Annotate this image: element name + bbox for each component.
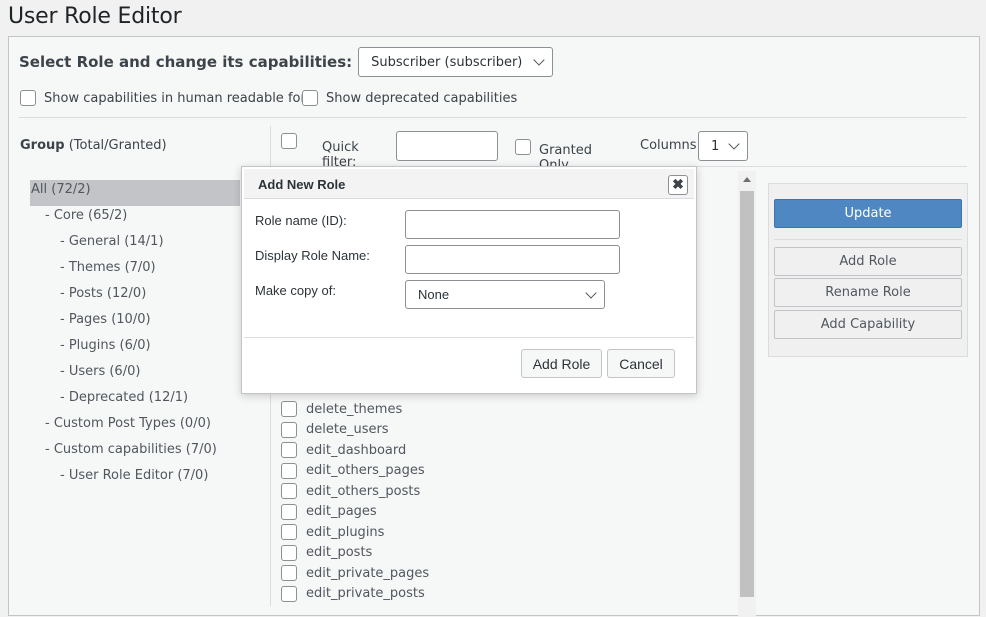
deprecated-option[interactable]: Show deprecated capabilities (302, 90, 517, 106)
group-tree: All (72/2) - Core (65/2) - General (14/1) -… (30, 180, 240, 492)
page-title: User Role Editor (8, 4, 182, 29)
capability-checkbox[interactable] (281, 421, 297, 438)
capability-label: edit_others_pages (306, 463, 425, 479)
tree-item[interactable]: - Custom capabilities (7/0) (30, 440, 240, 466)
tree-item[interactable]: - Deprecated (12/1) (30, 388, 240, 414)
tree-item[interactable]: All (72/2) (30, 180, 240, 206)
capability-checkbox[interactable] (281, 442, 297, 459)
copy-of-label: Make copy of: (255, 283, 336, 298)
capability-checkbox[interactable] (281, 401, 297, 418)
capabilities-list: delete_themes delete_users edit_dashboarde… (281, 399, 429, 604)
capability-item[interactable]: delete_users (281, 420, 429, 441)
tree-item[interactable]: - Users (6/0) (30, 362, 240, 388)
chevron-down-icon (533, 54, 545, 66)
capability-checkbox[interactable] (281, 524, 297, 541)
add-new-role-dialog: Add New Role ✖ Role name (ID): Display R… (241, 166, 697, 394)
capability-item[interactable]: edit_private_pages (281, 563, 429, 584)
dialog-divider (244, 337, 694, 338)
dialog-add-role-button[interactable]: Add Role (521, 349, 602, 378)
capability-label: edit_private_pages (306, 565, 430, 581)
capability-item[interactable]: delete_themes (281, 399, 429, 420)
role-name-label: Role name (ID): (255, 213, 347, 228)
capability-item[interactable]: edit_pages (281, 502, 429, 523)
role-select[interactable]: Subscriber (subscriber) (358, 47, 554, 77)
columns-select[interactable]: 1 (698, 131, 748, 161)
granted-only-checkbox[interactable] (515, 139, 531, 155)
group-header: Group (Total/Granted) (20, 138, 167, 153)
human-readable-label: Show capabilities in human readable form (44, 90, 319, 106)
tree-item[interactable]: - Themes (7/0) (30, 258, 240, 284)
scroll-up-icon[interactable] (743, 177, 751, 182)
capability-label: edit_dashboard (306, 442, 407, 458)
capability-label: edit_pages (306, 504, 377, 520)
tree-item[interactable]: - Posts (12/0) (30, 284, 240, 310)
add-capability-button[interactable]: Add Capability (774, 310, 962, 339)
actions-panel: Update Add Role Rename Role Add Capabili… (768, 183, 968, 357)
capability-checkbox[interactable] (281, 585, 297, 602)
tree-item[interactable]: - Plugins (6/0) (30, 336, 240, 362)
capability-label: edit_plugins (306, 524, 385, 540)
select-all-checkbox[interactable] (281, 133, 297, 149)
dialog-titlebar: Add New Role ✖ (244, 169, 694, 199)
capability-label: edit_others_posts (306, 483, 421, 499)
tree-item[interactable]: - Pages (10/0) (30, 310, 240, 336)
human-readable-checkbox[interactable] (20, 90, 36, 106)
capability-label: edit_private_posts (306, 586, 425, 602)
columns-label: Columns: (640, 138, 701, 153)
deprecated-checkbox[interactable] (302, 90, 318, 106)
capability-label: delete_users (306, 422, 389, 438)
copy-of-value: None (418, 287, 450, 302)
tree-item[interactable]: - Core (65/2) (30, 206, 240, 232)
divider (19, 117, 967, 118)
capabilities-scrollbar[interactable] (738, 171, 756, 617)
rename-role-button[interactable]: Rename Role (774, 278, 962, 307)
deprecated-label: Show deprecated capabilities (326, 90, 518, 106)
capability-item[interactable]: edit_posts (281, 543, 429, 564)
dialog-title: Add New Role (258, 177, 346, 192)
group-header-bold: Group (20, 138, 65, 153)
scroll-thumb[interactable] (740, 191, 754, 597)
display-name-input[interactable] (405, 245, 620, 274)
add-role-button[interactable]: Add Role (774, 247, 962, 276)
capability-checkbox[interactable] (281, 483, 297, 500)
divider (774, 239, 962, 240)
dialog-cancel-button[interactable]: Cancel (607, 349, 675, 378)
tree-item[interactable]: - User Role Editor (7/0) (30, 466, 240, 492)
capability-item[interactable]: edit_private_posts (281, 584, 429, 605)
capability-item[interactable]: edit_dashboard (281, 440, 429, 461)
capability-label: delete_themes (306, 401, 403, 417)
display-name-label: Display Role Name: (255, 248, 370, 263)
capability-item[interactable]: edit_plugins (281, 522, 429, 543)
chevron-down-icon (585, 286, 597, 299)
human-readable-option[interactable]: Show capabilities in human readable form (20, 90, 318, 106)
role-select-label: Select Role and change its capabilities: (19, 53, 353, 71)
role-select-row: Select Role and change its capabilities:… (19, 47, 554, 77)
columns-select-value: 1 (711, 138, 720, 154)
close-icon[interactable]: ✖ (668, 175, 688, 195)
capability-checkbox[interactable] (281, 503, 297, 520)
capability-checkbox[interactable] (281, 462, 297, 479)
capability-checkbox[interactable] (281, 544, 297, 561)
role-select-value: Subscriber (subscriber) (371, 54, 523, 70)
update-button[interactable]: Update (774, 199, 962, 228)
role-name-input[interactable] (405, 210, 620, 239)
tree-item[interactable]: - General (14/1) (30, 232, 240, 258)
capability-label: edit_posts (306, 545, 373, 561)
tree-item[interactable]: - Custom Post Types (0/0) (30, 414, 240, 440)
capability-item[interactable]: edit_others_posts (281, 481, 429, 502)
quick-filter-input[interactable] (396, 131, 498, 161)
capability-checkbox[interactable] (281, 565, 297, 582)
capability-item[interactable]: edit_others_pages (281, 461, 429, 482)
copy-of-select[interactable]: None (405, 280, 605, 309)
group-header-rest: (Total/Granted) (64, 138, 167, 153)
chevron-down-icon (728, 138, 740, 150)
